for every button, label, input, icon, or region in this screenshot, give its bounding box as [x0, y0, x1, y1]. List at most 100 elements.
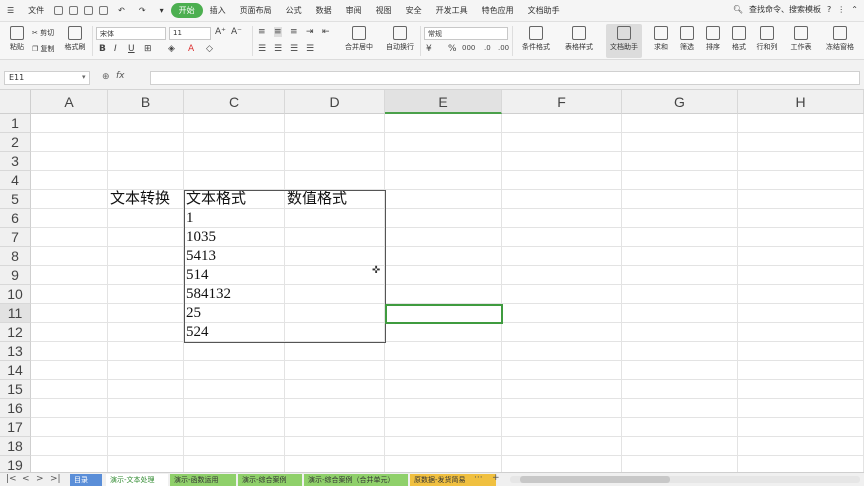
cell-d5[interactable]: 数值格式 — [285, 190, 385, 209]
row-header-14[interactable]: 14 — [0, 361, 31, 380]
cell-f13[interactable] — [502, 342, 622, 361]
formula-input[interactable] — [150, 71, 860, 85]
cell-c12[interactable]: 524 — [184, 323, 285, 342]
save-icon[interactable] — [54, 6, 64, 15]
cell-g13[interactable] — [622, 342, 738, 361]
cell-b7[interactable] — [108, 228, 184, 247]
tab-special[interactable]: 特色应用 — [475, 5, 521, 16]
cell-b8[interactable] — [108, 247, 184, 266]
cell-h8[interactable] — [738, 247, 864, 266]
cell-b16[interactable] — [108, 399, 184, 418]
cell-a7[interactable] — [31, 228, 108, 247]
cell-f9[interactable] — [502, 266, 622, 285]
cell-a1[interactable] — [31, 114, 108, 133]
cell-d17[interactable] — [285, 418, 385, 437]
horizontal-scrollbar[interactable] — [510, 476, 860, 483]
cell-d12[interactable] — [285, 323, 385, 342]
cell-d3[interactable] — [285, 152, 385, 171]
sheet-tab-raw-data[interactable]: 原数据-发货简易 — [410, 474, 496, 486]
cell-g1[interactable] — [622, 114, 738, 133]
row-header-19[interactable]: 19 — [0, 456, 31, 472]
cell-b18[interactable] — [108, 437, 184, 456]
font-grow-icon[interactable]: A⁺ — [215, 27, 226, 37]
cell-a15[interactable] — [31, 380, 108, 399]
cell-h7[interactable] — [738, 228, 864, 247]
cell-c3[interactable] — [184, 152, 285, 171]
cell-f11[interactable] — [502, 304, 622, 323]
align-center-icon[interactable]: ☰ — [274, 44, 282, 54]
cell-h2[interactable] — [738, 133, 864, 152]
cell-d4[interactable] — [285, 171, 385, 190]
cell-e15[interactable] — [385, 380, 502, 399]
tab-page-layout[interactable]: 页面布局 — [233, 5, 279, 16]
tab-formulas[interactable]: 公式 — [279, 5, 309, 16]
cell-e10[interactable] — [385, 285, 502, 304]
cell-h19[interactable] — [738, 456, 864, 472]
font-shrink-icon[interactable]: A⁻ — [231, 27, 242, 37]
cell-f7[interactable] — [502, 228, 622, 247]
cell-c17[interactable] — [184, 418, 285, 437]
cell-c15[interactable] — [184, 380, 285, 399]
selected-cell[interactable] — [385, 304, 503, 324]
italic-button[interactable]: I — [114, 44, 117, 54]
cell-f12[interactable] — [502, 323, 622, 342]
cell-h3[interactable] — [738, 152, 864, 171]
search-icon[interactable]: 🔍︎ — [733, 5, 743, 14]
column-header-h[interactable]: H — [738, 90, 864, 114]
cell-b17[interactable] — [108, 418, 184, 437]
cell-b3[interactable] — [108, 152, 184, 171]
menu-file[interactable]: 文件 — [21, 5, 51, 16]
column-header-g[interactable]: G — [622, 90, 738, 114]
cell-b1[interactable] — [108, 114, 184, 133]
align-right-icon[interactable]: ☰ — [290, 44, 298, 54]
format-painter-button[interactable]: 格式刷 — [60, 24, 90, 58]
cell-d1[interactable] — [285, 114, 385, 133]
row-header-10[interactable]: 10 — [0, 285, 31, 304]
fx-icon[interactable]: fx — [116, 71, 125, 81]
cell-e4[interactable] — [385, 171, 502, 190]
cell-d7[interactable] — [285, 228, 385, 247]
align-middle-icon[interactable]: ≡ — [274, 27, 282, 37]
cell-h9[interactable] — [738, 266, 864, 285]
cell-e13[interactable] — [385, 342, 502, 361]
percent-button[interactable]: % — [448, 44, 457, 54]
cell-a19[interactable] — [31, 456, 108, 472]
worksheet-button[interactable]: 工作表 — [786, 24, 816, 58]
cell-g3[interactable] — [622, 152, 738, 171]
cell-e9[interactable] — [385, 266, 502, 285]
column-header-a[interactable]: A — [31, 90, 108, 114]
cell-h5[interactable] — [738, 190, 864, 209]
decimal-decrease-icon[interactable]: .00 — [498, 44, 509, 52]
cell-f3[interactable] — [502, 152, 622, 171]
cell-c5[interactable]: 文本格式 — [184, 190, 285, 209]
column-header-c[interactable]: C — [184, 90, 285, 114]
tab-security[interactable]: 安全 — [399, 5, 429, 16]
cell-g15[interactable] — [622, 380, 738, 399]
cell-g5[interactable] — [622, 190, 738, 209]
row-header-12[interactable]: 12 — [0, 323, 31, 342]
cell-b13[interactable] — [108, 342, 184, 361]
cell-e18[interactable] — [385, 437, 502, 456]
cell-h1[interactable] — [738, 114, 864, 133]
cell-h11[interactable] — [738, 304, 864, 323]
cell-f4[interactable] — [502, 171, 622, 190]
conditional-format-button[interactable]: 条件格式 — [516, 24, 556, 58]
column-header-b[interactable]: B — [108, 90, 184, 114]
cell-h6[interactable] — [738, 209, 864, 228]
cell-e8[interactable] — [385, 247, 502, 266]
cell-g16[interactable] — [622, 399, 738, 418]
cell-a10[interactable] — [31, 285, 108, 304]
indent-icon[interactable]: ⇥ — [306, 27, 314, 37]
cell-g12[interactable] — [622, 323, 738, 342]
sheet-tab-case[interactable]: 演示-综合案例 — [238, 474, 302, 486]
table-style-button[interactable]: 表格样式 — [558, 24, 600, 58]
cell-a14[interactable] — [31, 361, 108, 380]
cell-a17[interactable] — [31, 418, 108, 437]
cell-c2[interactable] — [184, 133, 285, 152]
redo-icon[interactable]: ↷ — [132, 6, 153, 15]
tab-view[interactable]: 视图 — [369, 5, 399, 16]
row-header-4[interactable]: 4 — [0, 171, 31, 190]
currency-icon[interactable]: ¥ — [426, 44, 432, 54]
help-icon[interactable]: ? — [827, 5, 831, 14]
name-box-chevron-icon[interactable]: ▾ — [82, 73, 86, 81]
